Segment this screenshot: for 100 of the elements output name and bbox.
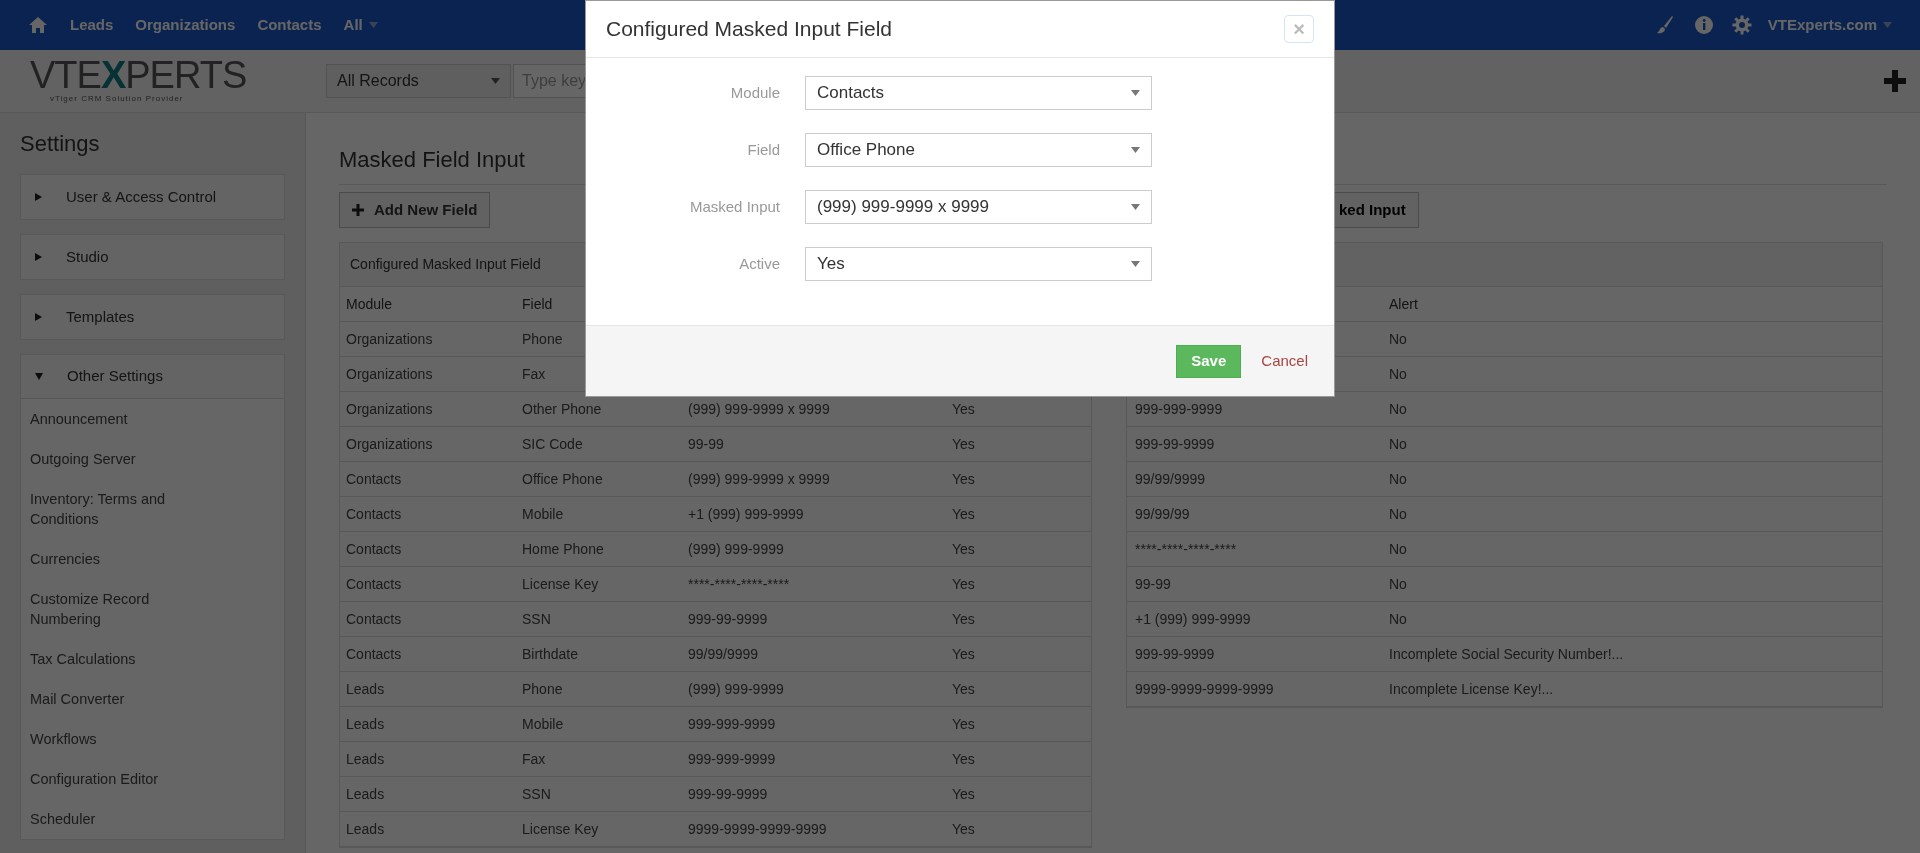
sidebar-link[interactable]: Outgoing Server [30,449,215,469]
table-cell-text: 999-99-9999 [687,784,769,804]
sidebar-link[interactable]: Announcement [30,409,215,429]
collapsed-arrow-icon [35,313,42,321]
caret-icon [1883,22,1892,28]
sidebar-link[interactable]: Currencies [30,549,215,569]
table-cell-text: Yes [951,539,976,559]
table-cell-text: 999-99-9999 [687,609,769,629]
save-button[interactable]: Save [1176,344,1242,378]
table-cell-text: (999) 999-9999 [687,679,785,699]
table-cell-text: Fax [521,364,547,384]
table-cell-text: No [1388,364,1408,384]
table-cell-text: 99-99 [1134,574,1172,594]
table-cell-text: Yes [951,399,976,419]
table-cell-text: Incomplete License Key!... [1388,679,1555,699]
table-cell-text: License Key [521,574,600,594]
select-field[interactable]: Contacts [805,76,1152,110]
table-cell-text: No [1388,539,1408,559]
nav-link[interactable]: Organizations [135,13,236,37]
table-cell-text: Office Phone [521,469,604,489]
table-cell-text: Leads [345,819,386,839]
table-cell-text: Other Phone [521,399,603,419]
sidebar-link[interactable]: Mail Converter [30,689,215,709]
sidebar-link[interactable]: Customize Record Numbering [30,589,215,629]
sidebar-link[interactable]: Tax Calculations [30,649,215,669]
table-cell-text: ****-****-****-**** [1134,539,1238,559]
table-cell-text: License Key [521,819,600,839]
table-cell-text: Leads [345,784,386,804]
table-cell-text: 99/99/99 [1134,504,1191,524]
select-field[interactable]: (999) 999-9999 x 9999 [805,190,1152,224]
table-cell-text: 999-999-9999 [687,749,777,769]
table-cell-text: Yes [951,609,976,629]
nav-link[interactable]: Contacts [257,13,322,37]
sidebar-link[interactable]: Workflows [30,729,215,749]
nav-link[interactable]: All [343,13,378,37]
table-cell-text: Yes [951,574,976,594]
table-cell-text: SSN [521,784,552,804]
cancel-link[interactable]: Cancel [1261,349,1308,373]
table-cell-text: Mobile [521,714,565,734]
info-icon[interactable] [1693,15,1714,35]
select-field[interactable]: Yes [805,247,1152,281]
section-header[interactable]: Templates [21,295,284,339]
sidebar-title: Settings [20,130,101,158]
home-icon[interactable] [28,16,48,34]
table-cell-text: 999-99-9999 [1134,434,1216,454]
column-header: Module [345,294,393,314]
table-cell-text: No [1388,329,1408,349]
column-header: Alert [1388,294,1419,314]
table-cell-text: 99/99/9999 [1134,469,1207,489]
collapsed-arrow-icon [35,193,42,201]
table-cell-text: Yes [951,819,976,839]
table-cell-text: Yes [951,714,976,734]
table-cell-text: Phone [521,679,564,699]
caret-icon [1131,90,1140,96]
table-cell-text: ****-****-****-**** [687,574,791,594]
table-cell-text: 999-99-9999 [1134,644,1216,664]
plus-icon[interactable] [1884,70,1906,92]
table-cell-text: Organizations [345,364,434,384]
brush-icon[interactable] [1655,15,1674,35]
table-cell-text: Organizations [345,329,434,349]
table-cell-text: Home Phone [521,539,605,559]
table-cell-text: Contacts [345,504,403,524]
table-cell-text: Yes [951,644,976,664]
table-cell-text: Incomplete Social Security Number!... [1388,644,1625,664]
caret-icon [491,78,500,84]
table-cell-text: Leads [345,749,386,769]
table-cell-text: 999-999-9999 [687,714,777,734]
add-field-button[interactable]: Add New Field [339,192,491,228]
collapsed-arrow-icon [35,253,42,261]
section-header[interactable]: Studio [21,235,284,279]
table-cell-text: Yes [951,434,976,454]
logo-text: VTEXPERTS [30,57,248,93]
column-header: Field [521,294,554,314]
table-cell-text: Yes [951,504,976,524]
table-cell-text: Mobile [521,504,565,524]
table-cell-text: +1 (999) 999-9999 [687,504,805,524]
table-cell-text: 9999-9999-9999-9999 [687,819,828,839]
table-cell-text: 9999-9999-9999-9999 [1134,679,1275,699]
plus-icon [352,204,364,216]
section-header[interactable]: User & Access Control [21,175,284,219]
table-cell-text: Leads [345,679,386,699]
table-cell-text: Yes [951,784,976,804]
sidebar-link[interactable]: Scheduler [30,809,215,829]
table-cell-text: Contacts [345,539,403,559]
expanded-arrow-icon [35,373,43,380]
nav-link[interactable]: Leads [70,13,114,37]
sidebar-link[interactable]: Configuration Editor [30,769,215,789]
records-filter[interactable]: All Records [326,64,511,98]
field-label: Module [729,82,780,103]
table-cell-text: 99/99/9999 [687,644,760,664]
close-button[interactable]: × [1284,15,1314,43]
table-cell-text: SIC Code [521,434,584,454]
table-cell-text: Fax [521,749,547,769]
select-field[interactable]: Office Phone [805,133,1152,167]
caret-icon [1131,147,1140,153]
field-label: Active [738,253,780,274]
settings-icon[interactable] [1731,15,1752,35]
user-menu[interactable]: VTExperts.com [1767,13,1892,37]
sidebar-link[interactable]: Inventory: Terms and Conditions [30,489,215,529]
table-cell-text: Leads [345,714,386,734]
